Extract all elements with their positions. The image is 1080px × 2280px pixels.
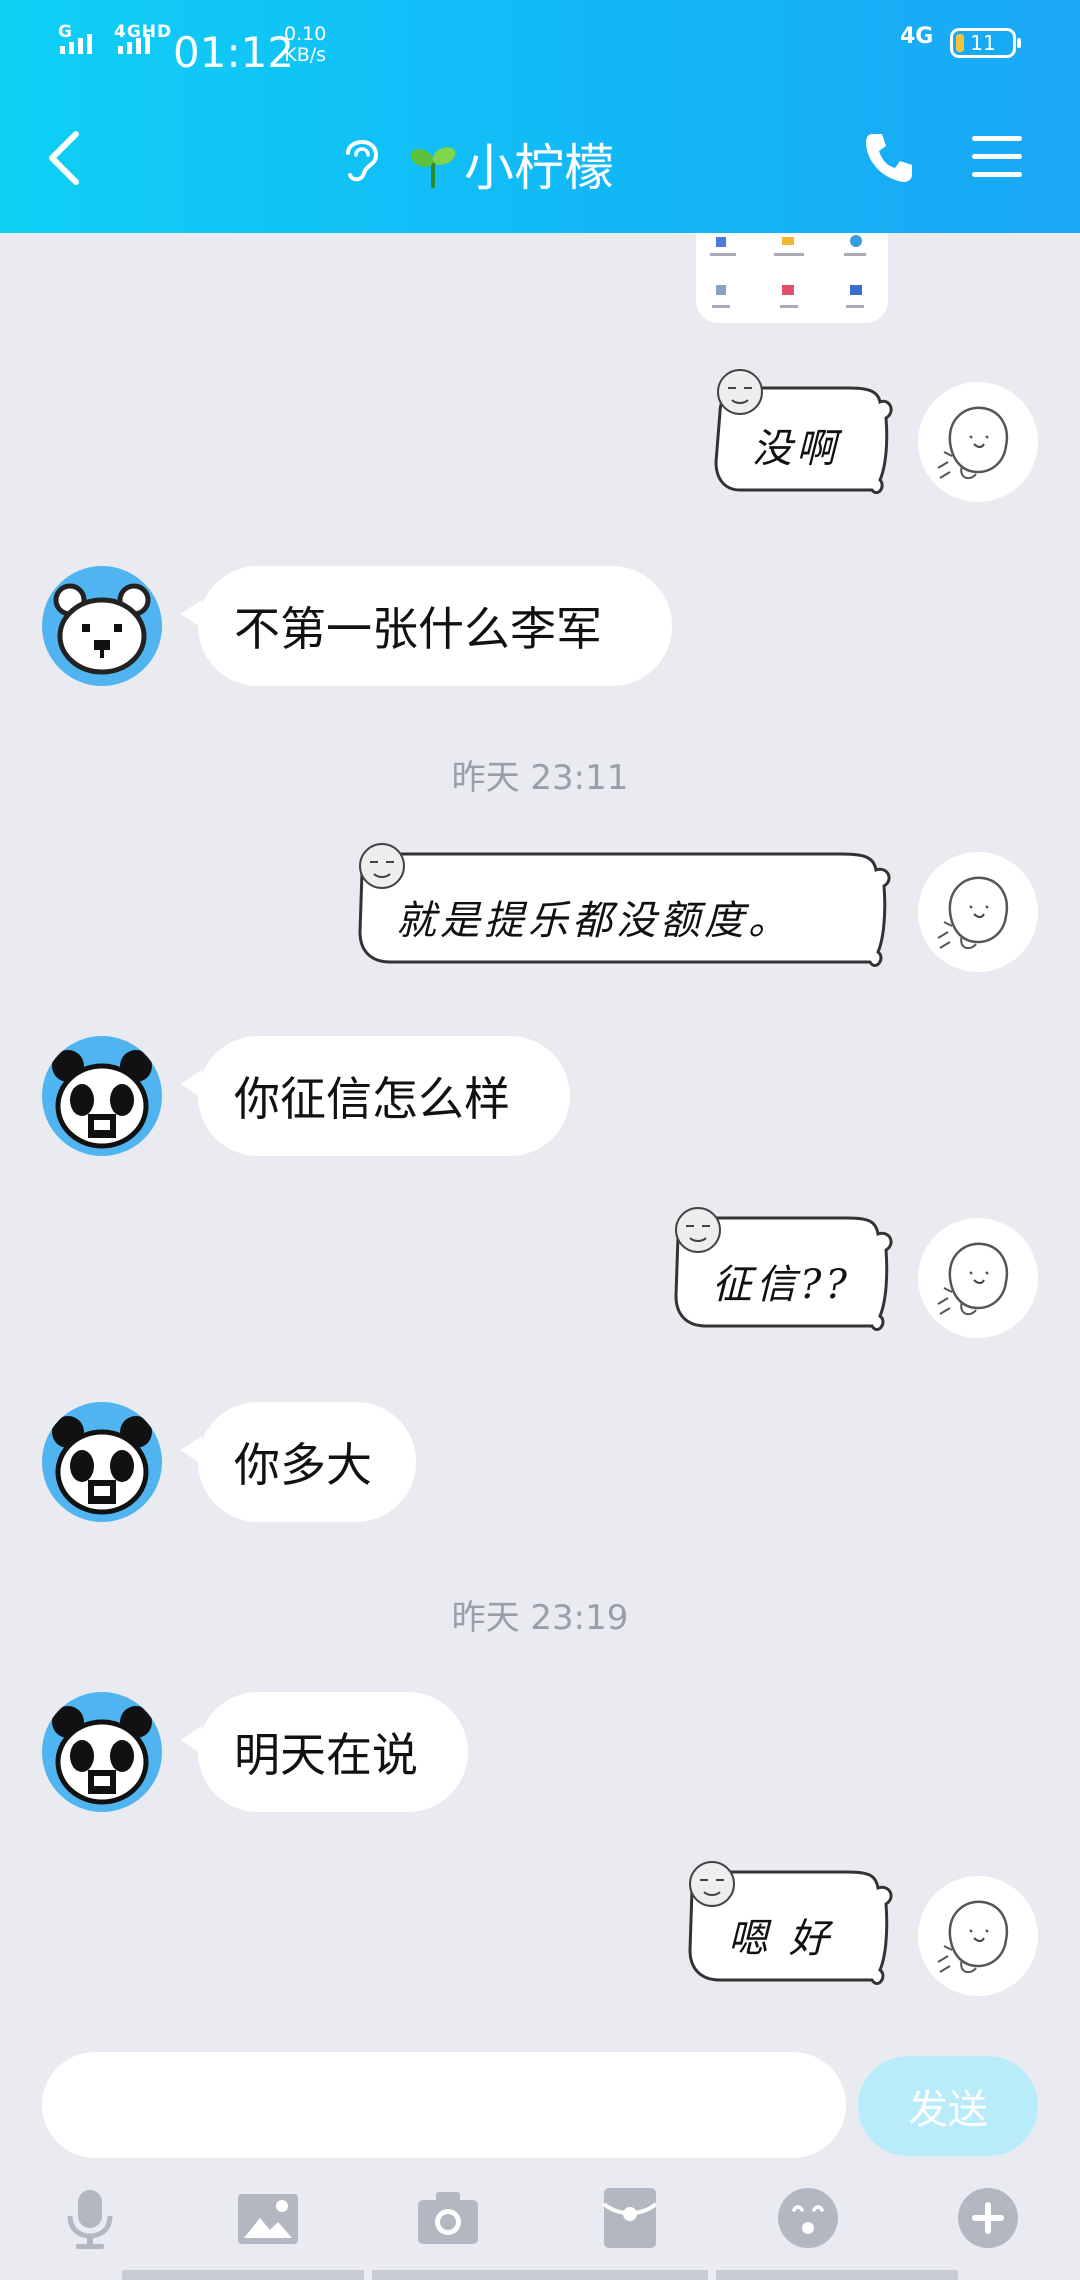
speed-unit: KB/s [284, 44, 327, 66]
battery-level: 11 [970, 31, 996, 55]
sticker-message[interactable]: 就是提乐都没额度。 [346, 832, 898, 986]
my-avatar[interactable] [918, 1218, 1038, 1338]
avatar-drawing [937, 1242, 1009, 1316]
contact-avatar[interactable] [42, 1036, 162, 1156]
message-text: 不第一张什么李军 [234, 602, 602, 656]
bottom-divider [372, 2270, 708, 2280]
avatar-drawing [937, 876, 1009, 950]
avatar-drawing [937, 1900, 1009, 1974]
sticker-text: 嗯 好 [728, 1916, 833, 1962]
emoji-icon[interactable] [776, 2186, 840, 2250]
clock: 01:12 [173, 28, 295, 77]
network-type: 4G [900, 24, 934, 49]
image-message-preview[interactable] [696, 233, 888, 323]
sticker-message[interactable]: 嗯 好 [676, 1850, 898, 2004]
image-icon[interactable] [236, 2186, 300, 2250]
send-button[interactable]: 发送 [858, 2056, 1038, 2156]
camera-icon[interactable] [416, 2186, 480, 2250]
status-bar: G 4GHD 01:12 0.10 KB/s 4G 11 [0, 18, 1080, 78]
panda-avatar-icon [52, 1416, 152, 1515]
sticker-text: 就是提乐都没额度。 [396, 898, 792, 944]
chevron-left-icon[interactable] [44, 128, 84, 188]
my-avatar[interactable] [918, 1876, 1038, 1996]
battery-icon: 11 [950, 28, 1021, 58]
contact-avatar[interactable] [42, 566, 162, 686]
my-avatar[interactable] [918, 852, 1038, 972]
my-avatar[interactable] [918, 382, 1038, 502]
sticker-text: 征信?? [712, 1262, 851, 1308]
chat-title: 小柠檬 [464, 139, 614, 197]
chat-header: G 4GHD 01:12 0.10 KB/s 4G 11 小柠檬 [0, 0, 1080, 233]
sticker-message[interactable]: 没啊 [700, 362, 900, 512]
message-bubble[interactable]: 你征信怎么样 [180, 1036, 570, 1156]
menu-icon[interactable] [970, 134, 1024, 180]
message-input[interactable] [42, 2052, 846, 2158]
image-thumbnail [710, 235, 866, 308]
network-speed: 0.10 KB/s [284, 24, 326, 66]
panda-avatar-icon [52, 1706, 152, 1805]
bottom-divider [122, 2270, 364, 2280]
panda-avatar-icon [52, 1050, 152, 1149]
ear-icon[interactable] [338, 135, 384, 185]
timestamp: 昨天 23:11 [451, 758, 629, 798]
message-bubble[interactable]: 不第一张什么李军 [180, 566, 672, 686]
message-text: 明天在说 [234, 1728, 418, 1782]
message-bubble[interactable]: 你多大 [180, 1402, 416, 1522]
red-packet-icon[interactable] [598, 2186, 662, 2250]
timestamp: 昨天 23:19 [451, 1598, 629, 1638]
microphone-icon[interactable] [58, 2186, 122, 2250]
signal-bars-icon [118, 34, 150, 54]
contact-avatar[interactable] [42, 1692, 162, 1812]
signal-bars-icon [60, 34, 92, 54]
sticker-message[interactable]: 征信?? [662, 1196, 898, 1350]
avatar-drawing [937, 406, 1009, 480]
phone-icon[interactable] [862, 130, 916, 184]
bear-avatar-icon [53, 583, 151, 675]
bottom-divider [716, 2270, 958, 2280]
sticker-text: 没啊 [752, 426, 840, 472]
contact-avatar[interactable] [42, 1402, 162, 1522]
speed-value: 0.10 [284, 23, 327, 45]
message-text: 你征信怎么样 [234, 1072, 510, 1126]
plus-icon[interactable] [956, 2186, 1020, 2250]
sprout-icon [410, 147, 456, 188]
message-text: 你多大 [234, 1438, 372, 1492]
message-bubble[interactable]: 明天在说 [180, 1692, 468, 1812]
